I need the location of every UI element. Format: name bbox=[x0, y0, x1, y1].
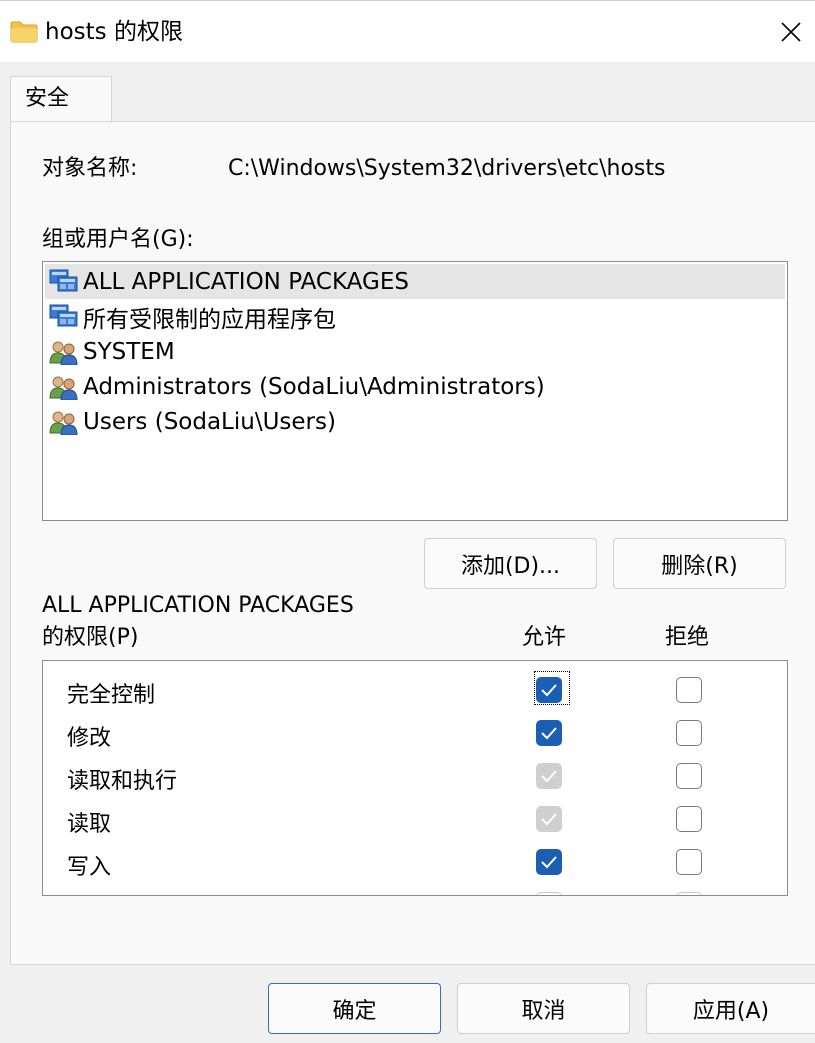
users-icon bbox=[49, 409, 79, 435]
deny-header: 拒绝 bbox=[665, 625, 710, 650]
close-icon bbox=[781, 22, 801, 42]
remove-button[interactable]: 删除(R) bbox=[613, 538, 786, 589]
permission-row-clipped bbox=[43, 884, 753, 895]
check-icon bbox=[541, 727, 557, 740]
folder-icon bbox=[10, 21, 38, 43]
deny-checkbox[interactable] bbox=[676, 720, 702, 746]
permissions-title: ALL APPLICATION PACKAGES bbox=[42, 593, 354, 618]
list-item-label: SYSTEM bbox=[83, 338, 175, 365]
app-packages-icon bbox=[49, 269, 79, 295]
permission-name: 读取 bbox=[67, 812, 112, 837]
permission-row: 读取和执行 bbox=[43, 755, 753, 798]
app-packages-icon bbox=[49, 304, 79, 330]
list-item-label: Users (SodaLiu\Users) bbox=[83, 408, 336, 435]
list-item[interactable]: Users (SodaLiu\Users) bbox=[45, 404, 785, 439]
allow-checkbox[interactable] bbox=[536, 720, 562, 746]
add-button[interactable]: 添加(D)... bbox=[424, 538, 597, 589]
list-item-label: 所有受限制的应用程序包 bbox=[83, 306, 336, 333]
deny-checkbox bbox=[676, 892, 702, 895]
list-item[interactable]: 所有受限制的应用程序包 bbox=[45, 299, 785, 334]
permission-row: 修改 bbox=[43, 712, 753, 755]
permission-name: 写入 bbox=[67, 855, 112, 880]
groups-label: 组或用户名(G): bbox=[42, 227, 194, 252]
deny-checkbox[interactable] bbox=[676, 806, 702, 832]
list-item-label: Administrators (SodaLiu\Administrators) bbox=[83, 373, 545, 400]
permission-name: 修改 bbox=[67, 726, 112, 751]
allow-header: 允许 bbox=[522, 625, 567, 650]
allow-checkbox bbox=[536, 892, 562, 895]
check-icon bbox=[541, 813, 557, 826]
object-name-value: C:\Windows\System32\drivers\etc\hosts bbox=[228, 156, 666, 181]
apply-button[interactable]: 应用(A) bbox=[646, 983, 815, 1034]
tab-strip: 安全 bbox=[0, 62, 815, 123]
users-icon bbox=[49, 339, 79, 365]
close-button[interactable] bbox=[767, 1, 815, 63]
allow-checkbox[interactable] bbox=[536, 677, 562, 703]
list-item-label: ALL APPLICATION PACKAGES bbox=[83, 268, 409, 295]
allow-checkbox bbox=[536, 806, 562, 832]
permission-name: 完全控制 bbox=[67, 683, 156, 708]
window-title: hosts 的权限 bbox=[45, 19, 183, 45]
ok-button[interactable]: 确定 bbox=[268, 983, 441, 1034]
permission-row: 读取 bbox=[43, 798, 753, 841]
check-icon bbox=[541, 684, 557, 697]
permissions-subtitle: 的权限(P) bbox=[42, 625, 139, 650]
tab-security[interactable]: 安全 bbox=[10, 76, 112, 123]
list-item[interactable]: ALL APPLICATION PACKAGES bbox=[45, 264, 785, 299]
cancel-button[interactable]: 取消 bbox=[457, 983, 630, 1034]
allow-checkbox bbox=[536, 763, 562, 789]
permission-row: 完全控制 bbox=[43, 669, 753, 712]
groups-list[interactable]: ALL APPLICATION PACKAGES 所有受限制的应用程序包 SYS… bbox=[42, 261, 788, 521]
list-item[interactable]: Administrators (SodaLiu\Administrators) bbox=[45, 369, 785, 404]
check-icon bbox=[541, 770, 557, 783]
object-name-label: 对象名称: bbox=[42, 156, 138, 181]
title-bar: hosts 的权限 bbox=[0, 0, 815, 62]
users-icon bbox=[49, 374, 79, 400]
permission-row: 写入 bbox=[43, 841, 753, 884]
allow-checkbox[interactable] bbox=[536, 849, 562, 875]
check-icon bbox=[541, 856, 557, 869]
deny-checkbox[interactable] bbox=[676, 677, 702, 703]
deny-checkbox[interactable] bbox=[676, 849, 702, 875]
permission-name: 读取和执行 bbox=[67, 769, 178, 794]
list-item[interactable]: SYSTEM bbox=[45, 334, 785, 369]
permissions-list: 完全控制 修改 读取和执行 读取 写入 bbox=[42, 660, 788, 896]
deny-checkbox[interactable] bbox=[676, 763, 702, 789]
